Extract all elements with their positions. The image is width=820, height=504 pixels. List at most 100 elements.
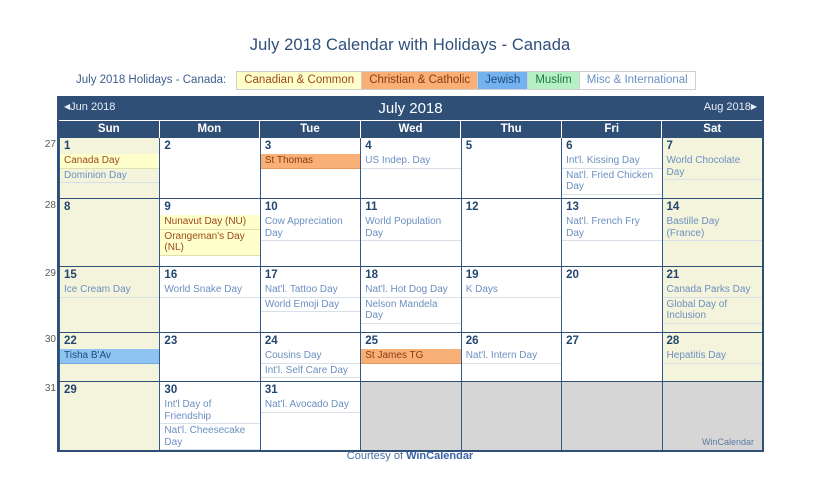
prev-month-button[interactable]: ◀Jun 2018 (64, 101, 115, 113)
day-number: 28 (666, 335, 680, 347)
legend-item-muslim[interactable]: Muslim (528, 70, 580, 90)
week-number: 31 (44, 383, 56, 394)
day-cell[interactable]: 30 Int'l Day of Friendship Nat'l. Cheeseca… (159, 382, 260, 450)
day-cell[interactable]: 22 Tisha B'Av (59, 333, 160, 381)
event-list: US Indep. Day (361, 154, 461, 169)
event-item[interactable]: Canada Day (60, 154, 160, 169)
day-number: 22 (64, 335, 77, 347)
next-month-label: Aug 2018 (703, 101, 751, 113)
event-list: St James TG (361, 349, 461, 364)
event-item[interactable]: World Population Day (361, 215, 461, 241)
week-row: 30 22 Tisha B'Av 23 24 Cousins Day Int'l. Self… (45, 332, 762, 381)
day-cell[interactable]: 10 Cow Appreciation Day (259, 199, 361, 266)
day-cell[interactable]: 14 Bastille Day (France) (661, 199, 762, 266)
day-cell[interactable]: 13 Nat'l. French Fry Day (561, 199, 662, 266)
event-item[interactable]: Orangeman's Day (NL) (160, 229, 260, 256)
event-item[interactable]: Cousins Day (260, 349, 361, 364)
event-item[interactable]: Nat'l. Fried Chicken Day (562, 169, 662, 195)
day-cell[interactable]: 9 Nunavut Day (NU) Orangeman's Day (NL) (159, 199, 260, 266)
day-cell[interactable]: 4 US Indep. Day (360, 138, 461, 198)
day-cell[interactable]: 6 Int'l. Kissing Day Nat'l. Fried Chicken … (561, 138, 662, 198)
day-cell[interactable]: 20 (561, 267, 662, 332)
event-item[interactable]: K Days (461, 283, 562, 298)
event-list: Cow Appreciation Day (260, 215, 361, 241)
day-number: 29 (64, 384, 77, 396)
event-list: Bastille Day (France) (662, 215, 762, 241)
event-list: World Population Day (361, 215, 461, 241)
day-number: 9 (164, 201, 171, 213)
day-cell[interactable]: 12 (460, 199, 562, 266)
day-cell[interactable]: 8 (59, 199, 160, 266)
day-cell[interactable]: 5 (460, 138, 562, 198)
event-list: Canada Parks Day Global Day of Inclusion (662, 283, 762, 324)
event-item[interactable]: Nelson Mandela Day (361, 298, 461, 324)
event-list: World Chocolate Day (662, 154, 762, 180)
event-item[interactable]: Bastille Day (France) (662, 215, 762, 241)
day-cell[interactable]: 21 Canada Parks Day Global Day of Inclusio… (661, 267, 762, 332)
day-cell[interactable]: 24 Cousins Day Int'l. Self Care Day (259, 333, 361, 381)
event-list: Nunavut Day (NU) Orangeman's Day (NL) (160, 215, 260, 256)
event-item[interactable]: St Thomas (260, 154, 361, 169)
day-cell[interactable]: 28 Hepatitis Day (661, 333, 762, 381)
event-item[interactable]: Nat'l. Cheesecake Day (160, 424, 260, 450)
event-item[interactable]: Hepatitis Day (662, 349, 762, 364)
event-item[interactable]: Int'l. Kissing Day (562, 154, 662, 169)
day-number: 5 (465, 140, 473, 152)
event-item[interactable]: Nat'l. French Fry Day (562, 215, 662, 241)
event-list: Tisha B'Av (60, 349, 160, 364)
event-item[interactable]: Nat'l. Tattoo Day (260, 283, 361, 298)
day-cell[interactable]: 2 (159, 138, 260, 198)
day-number: 19 (465, 269, 479, 281)
event-item[interactable]: Cow Appreciation Day (260, 215, 361, 241)
week-number: 28 (44, 200, 56, 211)
event-item[interactable]: World Snake Day (160, 283, 260, 298)
day-cell[interactable]: 11 World Population Day (360, 199, 461, 266)
calendar-grid: ◀Jun 2018 July 2018 Aug 2018▶ Sun Mon Tue W… (45, 96, 764, 452)
event-item[interactable]: World Emoji Day (260, 298, 361, 312)
month-navigation-bar: ◀Jun 2018 July 2018 Aug 2018▶ (59, 98, 762, 120)
day-cell-empty (460, 382, 562, 450)
footer-credit: Courtesy of WinCalendar (0, 450, 820, 462)
event-item[interactable]: Global Day of Inclusion (662, 298, 762, 324)
event-item[interactable]: Dominion Day (60, 169, 160, 183)
legend-item-jewish[interactable]: Jewish (478, 70, 529, 90)
event-item[interactable]: Tisha B'Av (60, 349, 160, 364)
event-item[interactable]: Nat'l. Intern Day (461, 349, 562, 364)
day-cell[interactable]: 23 (159, 333, 260, 381)
event-list: Int'l. Kissing Day Nat'l. Fried Chicken D… (562, 154, 662, 195)
legend-item-canadian[interactable]: Canadian & Common (236, 70, 363, 90)
event-item[interactable]: Int'l. Self Care Day (260, 364, 361, 378)
day-cell[interactable]: 18 Nat'l. Hot Dog Day Nelson Mandela Day (360, 267, 461, 332)
day-cell[interactable]: 17 Nat'l. Tattoo Day World Emoji Day (259, 267, 361, 332)
day-cell[interactable]: 7 World Chocolate Day (661, 138, 762, 198)
day-number: 10 (264, 201, 278, 213)
event-list: World Snake Day (160, 283, 260, 298)
day-cell[interactable]: 16 World Snake Day (159, 267, 260, 332)
day-cell[interactable]: 3 St Thomas (259, 138, 361, 198)
next-month-button[interactable]: Aug 2018▶ (704, 101, 757, 113)
right-arrow-icon: ▶ (750, 102, 757, 111)
day-cell[interactable]: 1 Canada Day Dominion Day (59, 138, 160, 198)
event-item[interactable]: Canada Parks Day (662, 283, 762, 298)
week-row: 31 29 30 Int'l Day of Friendship Nat'l. Chee… (45, 381, 762, 450)
day-cell[interactable]: 25 St James TG (360, 333, 461, 381)
legend-item-misc[interactable]: Misc & International (579, 70, 696, 90)
event-item[interactable]: US Indep. Day (361, 154, 461, 169)
day-cell[interactable]: 31 Nat'l. Avocado Day (259, 382, 361, 450)
event-item[interactable]: Nat'l. Hot Dog Day (361, 283, 461, 298)
day-cell[interactable]: 19 K Days (460, 267, 562, 332)
event-item[interactable]: Nunavut Day (NU) (160, 215, 260, 230)
day-cell[interactable]: 15 Ice Cream Day (59, 267, 160, 332)
event-item[interactable]: Ice Cream Day (60, 283, 160, 298)
week-row: 27 1 Canada Day Dominion Day 2 3 St Thomas 4 US … (45, 138, 762, 198)
legend-item-christian[interactable]: Christian & Catholic (362, 70, 479, 90)
event-item[interactable]: Int'l Day of Friendship (160, 398, 260, 424)
day-cell[interactable]: 26 Nat'l. Intern Day (460, 333, 562, 381)
legend-swatch-list: Canadian & Common Christian & Catholic Jew… (236, 70, 696, 90)
event-item[interactable]: St James TG (361, 349, 461, 364)
day-cell[interactable]: 29 (59, 382, 160, 450)
week-number: 29 (44, 268, 56, 279)
event-item[interactable]: World Chocolate Day (662, 154, 762, 180)
day-cell[interactable]: 27 (561, 333, 662, 381)
event-item[interactable]: Nat'l. Avocado Day (260, 398, 361, 413)
